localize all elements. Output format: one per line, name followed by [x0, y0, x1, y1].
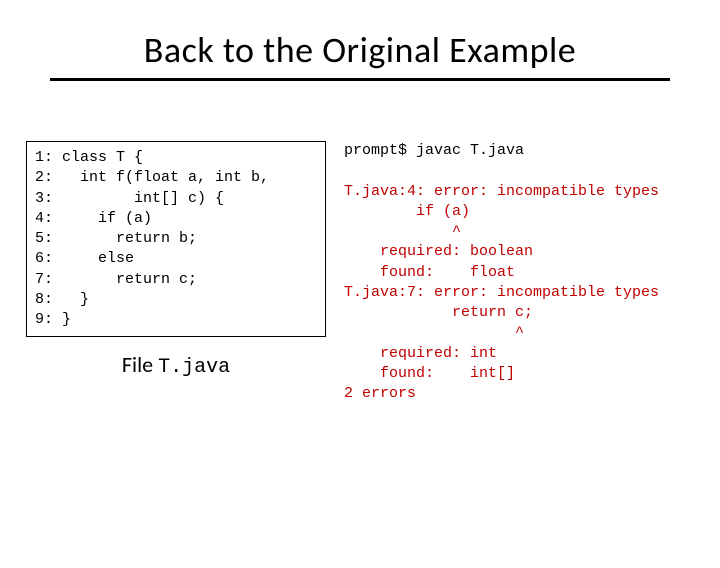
content-row: 1: class T { 2: int f(float a, int b, 3:… — [0, 81, 720, 404]
caption-prefix: File — [122, 351, 158, 378]
terminal-errors: T.java:4: error: incompatible types if (… — [344, 183, 659, 403]
right-column: prompt$ javac T.java T.java:4: error: in… — [344, 141, 694, 404]
slide-title: Back to the Original Example — [0, 28, 720, 72]
left-column: 1: class T { 2: int f(float a, int b, 3:… — [26, 141, 326, 404]
code-box: 1: class T { 2: int f(float a, int b, 3:… — [26, 141, 326, 337]
code-caption: File T.java — [26, 351, 326, 379]
caption-filename: T.java — [158, 356, 230, 379]
terminal-output: prompt$ javac T.java T.java:4: error: in… — [344, 141, 694, 404]
slide: Back to the Original Example 1: class T … — [0, 28, 720, 568]
terminal-command: prompt$ javac T.java — [344, 142, 524, 159]
